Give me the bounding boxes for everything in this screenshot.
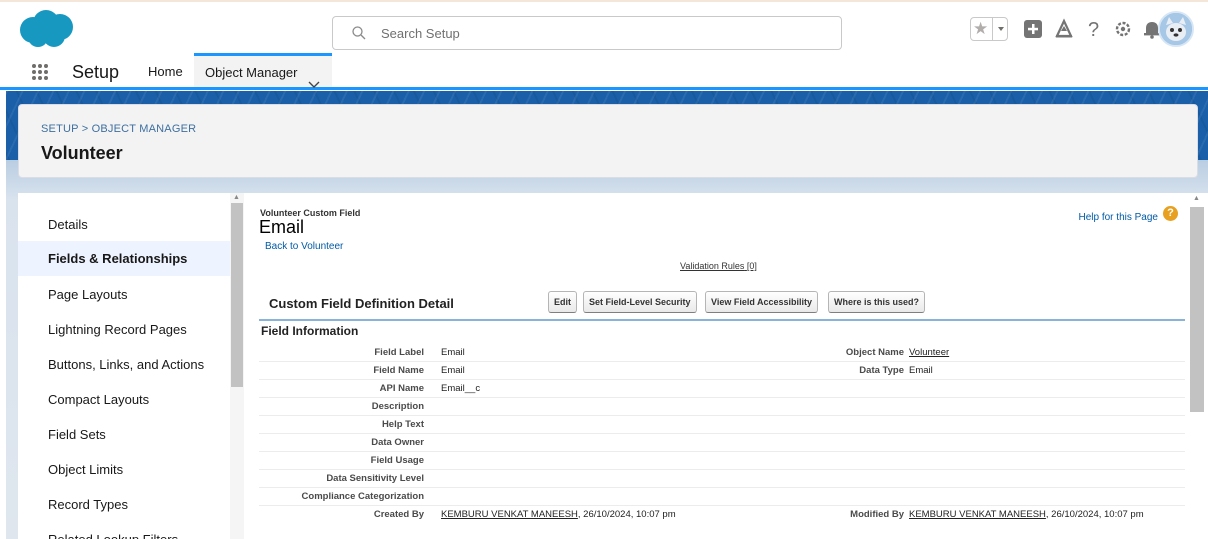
page-header: SETUP > OBJECT MANAGER Volunteer [18, 104, 1198, 178]
detail-row: Data Owner [259, 434, 1185, 452]
view-field-accessibility-button[interactable]: View Field Accessibility [705, 291, 819, 313]
set-field-level-security-button[interactable]: Set Field-Level Security [583, 291, 697, 313]
modified-by-date: , 26/10/2024, 10:07 pm [1045, 509, 1144, 520]
modified-by-label: Modified By [850, 509, 904, 520]
app-name: Setup [72, 62, 120, 82]
detail-row: Field Usage [259, 452, 1185, 470]
favorites-star-icon: ★ [973, 19, 989, 38]
api-name-label: API Name [379, 383, 424, 394]
data-sensitivity-level-label: Data Sensitivity Level [326, 473, 424, 484]
breadcrumb[interactable]: SETUP > OBJECT MANAGER [41, 123, 196, 135]
description-label: Description [371, 401, 424, 412]
field-detail-content: Volunteer Custom Field Email Back to Vol… [250, 193, 1186, 539]
favorites-divider [992, 18, 993, 40]
chevron-down-icon[interactable] [308, 68, 320, 88]
api-name-value: Email__c [441, 383, 481, 394]
sidebar-item-compact-layouts[interactable]: Compact Layouts [18, 382, 230, 417]
where-is-this-used-button[interactable]: Where is this used? [828, 291, 926, 313]
sidebar-item-object-limits[interactable]: Object Limits [18, 452, 230, 487]
sidebar-item-buttons-links-actions[interactable]: Buttons, Links, and Actions [18, 347, 230, 382]
detail-row: Description [259, 398, 1185, 416]
validation-rules-count: [0] [746, 261, 757, 271]
page-title: Volunteer [41, 143, 123, 163]
search-icon [351, 25, 367, 41]
object-sidebar: Details Fields & Relationships Page Layo… [18, 193, 230, 539]
section-title: Custom Field Definition Detail [269, 296, 454, 311]
detail-row: Help Text [259, 416, 1185, 434]
edit-button[interactable]: Edit [548, 291, 577, 313]
detail-row: Compliance Categorization [259, 488, 1185, 506]
sidebar-scrollbar-thumb[interactable] [231, 203, 243, 387]
field-information-title: Field Information [261, 324, 359, 338]
field-label-label: Field Label [374, 347, 424, 358]
settings-gear-icon[interactable] [1112, 17, 1134, 41]
add-icon[interactable] [1022, 17, 1044, 41]
created-by-label: Created By [373, 509, 424, 520]
search-input[interactable]: Search Setup [332, 16, 842, 50]
sidebar-item-lightning-record-pages[interactable]: Lightning Record Pages [18, 312, 230, 347]
created-by-date: , 26/10/2024, 10:07 pm [577, 509, 676, 520]
modified-by-value: KEMBURU VENKAT MANEESH, 26/10/2024, 10:0… [909, 509, 1144, 520]
modified-by-user-link[interactable]: KEMBURU VENKAT MANEESH [909, 509, 1046, 520]
created-by-user-link[interactable]: KEMBURU VENKAT MANEESH [441, 509, 578, 520]
sidebar-item-page-layouts[interactable]: Page Layouts [18, 277, 230, 312]
svg-text:?: ? [1088, 19, 1099, 41]
sidebar-item-fields-relationships[interactable]: Fields & Relationships [18, 241, 230, 276]
app-launcher-icon[interactable] [31, 63, 49, 81]
detail-row: Field Name Email Data Type Email [259, 362, 1185, 380]
help-for-page-link[interactable]: Help for this Page [1079, 212, 1159, 223]
detail-row: Field Label Email Object Name Volunteer [259, 344, 1185, 362]
field-label-value: Email [441, 347, 465, 358]
section-divider [259, 319, 1185, 321]
tab-object-manager-label: Object Manager [205, 65, 298, 80]
field-name-value: Email [441, 365, 465, 376]
field-name-label: Field Name [373, 365, 424, 376]
compliance-categorization-label: Compliance Categorization [301, 491, 424, 502]
main-panel: Details Fields & Relationships Page Layo… [18, 193, 1208, 539]
data-type-value: Email [909, 365, 933, 376]
tab-object-manager[interactable]: Object Manager [194, 53, 332, 88]
field-usage-label: Field Usage [370, 455, 424, 466]
search-placeholder: Search Setup [381, 26, 460, 41]
detail-row: API Name Email__c [259, 380, 1185, 398]
sidebar-item-related-lookup-filters[interactable]: Related Lookup Filters [18, 522, 230, 539]
data-owner-label: Data Owner [371, 437, 424, 448]
data-type-label: Data Type [859, 365, 904, 376]
scroll-up-arrow-icon[interactable]: ▲ [1193, 195, 1200, 202]
header-actions: ★ ? [958, 11, 1208, 47]
sidebar-scrollbar[interactable]: ▲ [230, 193, 244, 539]
object-name-label: Object Name [845, 347, 904, 358]
global-header: Search Setup ★ ? [0, 0, 1208, 52]
validation-rules-link[interactable]: Validation Rules [0] [680, 261, 757, 271]
sidebar-item-record-types[interactable]: Record Types [18, 487, 230, 522]
sidebar-item-field-sets[interactable]: Field Sets [18, 417, 230, 452]
help-text-label: Help Text [381, 419, 424, 430]
detail-row: Data Sensitivity Level [259, 470, 1185, 488]
back-to-volunteer-link[interactable]: Back to Volunteer [265, 241, 343, 252]
context-bar: Setup Home Object Manager [0, 53, 1208, 90]
user-avatar[interactable] [1158, 11, 1194, 47]
content-scrollbar[interactable]: ▲ [1186, 193, 1208, 539]
validation-rules-label: Validation Rules [680, 261, 745, 271]
favorites-button[interactable]: ★ [970, 17, 1008, 41]
scroll-up-arrow-icon[interactable]: ▲ [233, 194, 240, 201]
sidebar-item-details[interactable]: Details [18, 207, 230, 242]
help-icon[interactable]: ? [1084, 17, 1106, 41]
detail-row: Created By KEMBURU VENKAT MANEESH, 26/10… [259, 506, 1185, 524]
help-question-icon[interactable]: ? [1163, 206, 1178, 221]
salesforce-cloud-logo[interactable] [16, 8, 76, 50]
trailhead-icon[interactable] [1053, 17, 1075, 41]
content-scrollbar-thumb[interactable] [1190, 207, 1204, 412]
object-name-link[interactable]: Volunteer [909, 347, 949, 358]
tab-home[interactable]: Home [132, 53, 200, 87]
field-title: Email [259, 217, 305, 237]
created-by-value: KEMBURU VENKAT MANEESH, 26/10/2024, 10:0… [441, 509, 676, 520]
